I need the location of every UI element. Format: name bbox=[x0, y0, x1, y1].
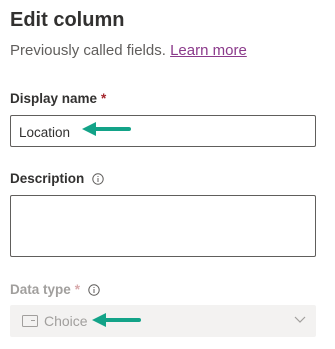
subtitle-text: Previously called fields. bbox=[10, 42, 166, 59]
choice-icon bbox=[22, 315, 38, 327]
display-name-label-text: Display name bbox=[10, 91, 98, 106]
display-name-value[interactable]: Location bbox=[19, 125, 70, 140]
data-type-label-text: Data type bbox=[10, 282, 71, 297]
display-name-input[interactable]: Location bbox=[10, 115, 316, 147]
data-type-value: Choice bbox=[44, 313, 88, 329]
arrow-left-icon bbox=[82, 122, 131, 136]
panel-title: Edit column bbox=[10, 9, 125, 31]
required-indicator: * bbox=[101, 91, 107, 106]
display-name-label: Display name * bbox=[10, 91, 106, 106]
arrow-left-icon bbox=[92, 313, 141, 327]
edit-column-panel: Edit column Previously called fields. Le… bbox=[0, 0, 335, 349]
description-textarea[interactable] bbox=[10, 195, 316, 257]
panel-subtitle: Previously called fields. Learn more bbox=[10, 42, 247, 59]
chevron-down-icon bbox=[294, 316, 306, 323]
required-indicator: * bbox=[74, 282, 81, 297]
learn-more-link[interactable]: Learn more bbox=[170, 42, 247, 59]
data-type-select[interactable]: Choice bbox=[10, 305, 316, 337]
data-type-label: Data type * bbox=[10, 282, 100, 297]
description-label-text: Description bbox=[10, 171, 85, 186]
info-icon[interactable] bbox=[92, 172, 104, 185]
description-label: Description bbox=[10, 171, 104, 186]
info-icon[interactable] bbox=[88, 283, 100, 296]
